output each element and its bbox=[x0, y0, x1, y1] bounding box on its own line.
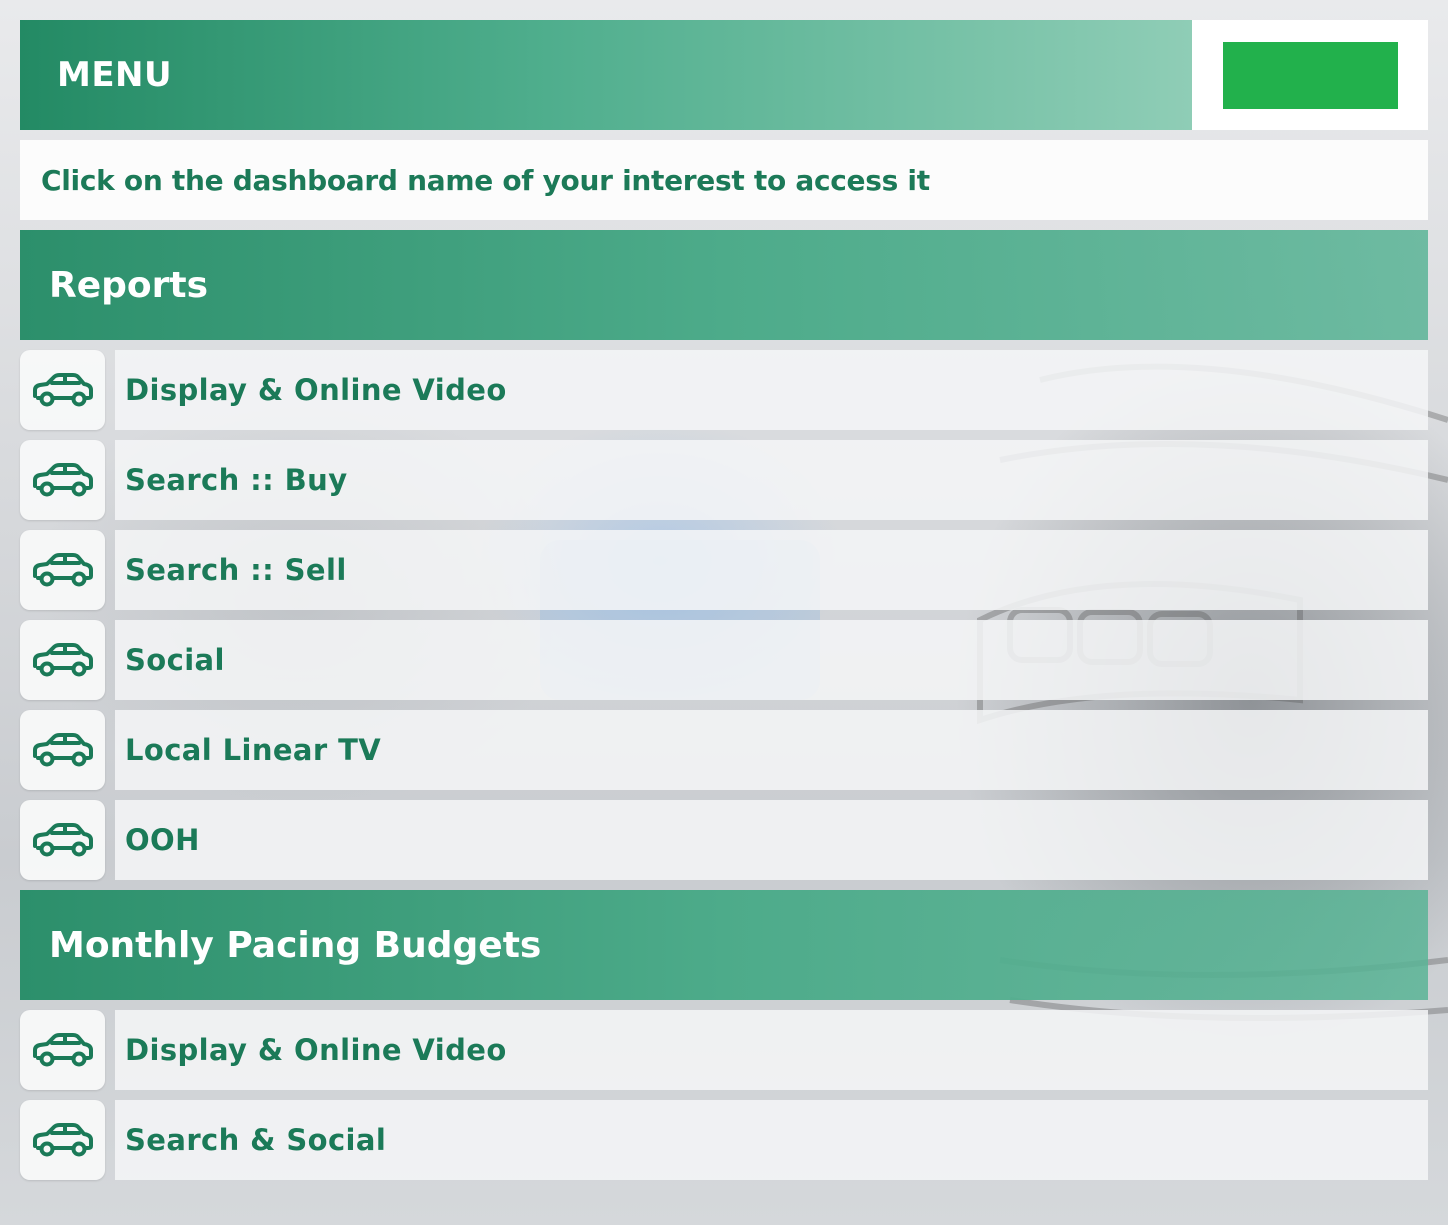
menu-item-label[interactable]: OOH bbox=[125, 823, 200, 857]
menu-item-budget-display-online-video[interactable]: Display & Online Video bbox=[20, 1010, 1428, 1090]
section-header-monthly-pacing-budgets: Monthly Pacing Budgets bbox=[20, 890, 1428, 1000]
menu-item-search-sell[interactable]: Search :: Sell bbox=[20, 530, 1428, 610]
section-header-reports: Reports bbox=[20, 230, 1428, 340]
car-icon[interactable] bbox=[20, 350, 105, 430]
menu-item-link[interactable]: Local Linear TV bbox=[115, 710, 1428, 790]
menu-item-search-buy[interactable]: Search :: Buy bbox=[20, 440, 1428, 520]
section-title: Monthly Pacing Budgets bbox=[49, 924, 542, 966]
menu-item-link[interactable]: Display & Online Video bbox=[115, 350, 1428, 430]
menu-item-label[interactable]: Social bbox=[125, 643, 225, 677]
instruction-banner: Click on the dashboard name of your inte… bbox=[20, 140, 1428, 220]
car-icon[interactable] bbox=[20, 1100, 105, 1180]
menu-item-label[interactable]: Display & Online Video bbox=[125, 1033, 507, 1067]
car-icon[interactable] bbox=[20, 530, 105, 610]
menu-item-local-linear-tv[interactable]: Local Linear TV bbox=[20, 710, 1428, 790]
car-icon[interactable] bbox=[20, 710, 105, 790]
menu-header: MENU bbox=[20, 20, 1192, 130]
menu-item-display-online-video[interactable]: Display & Online Video bbox=[20, 350, 1428, 430]
menu-item-label[interactable]: Search & Social bbox=[125, 1123, 386, 1157]
menu-item-ooh[interactable]: OOH bbox=[20, 800, 1428, 880]
instruction-text: Click on the dashboard name of your inte… bbox=[41, 163, 930, 197]
car-icon[interactable] bbox=[20, 620, 105, 700]
menu-item-budget-search-social[interactable]: Search & Social bbox=[20, 1100, 1428, 1180]
menu-item-link[interactable]: Social bbox=[115, 620, 1428, 700]
menu-item-label[interactable]: Display & Online Video bbox=[125, 373, 507, 407]
menu-title: MENU bbox=[57, 55, 173, 95]
menu-item-link[interactable]: Search :: Sell bbox=[115, 530, 1428, 610]
car-icon[interactable] bbox=[20, 800, 105, 880]
menu-item-link[interactable]: Search :: Buy bbox=[115, 440, 1428, 520]
section-title: Reports bbox=[49, 264, 209, 306]
menu-item-link[interactable]: OOH bbox=[115, 800, 1428, 880]
brand-logo bbox=[1222, 41, 1398, 109]
menu-item-label[interactable]: Local Linear TV bbox=[125, 733, 381, 767]
menu-item-link[interactable]: Display & Online Video bbox=[115, 1010, 1428, 1090]
logo-container bbox=[1192, 20, 1428, 130]
menu-item-label[interactable]: Search :: Sell bbox=[125, 553, 347, 587]
car-icon[interactable] bbox=[20, 1010, 105, 1090]
menu-item-social[interactable]: Social bbox=[20, 620, 1428, 700]
menu-item-label[interactable]: Search :: Buy bbox=[125, 463, 348, 497]
car-icon[interactable] bbox=[20, 440, 105, 520]
menu-item-link[interactable]: Search & Social bbox=[115, 1100, 1428, 1180]
